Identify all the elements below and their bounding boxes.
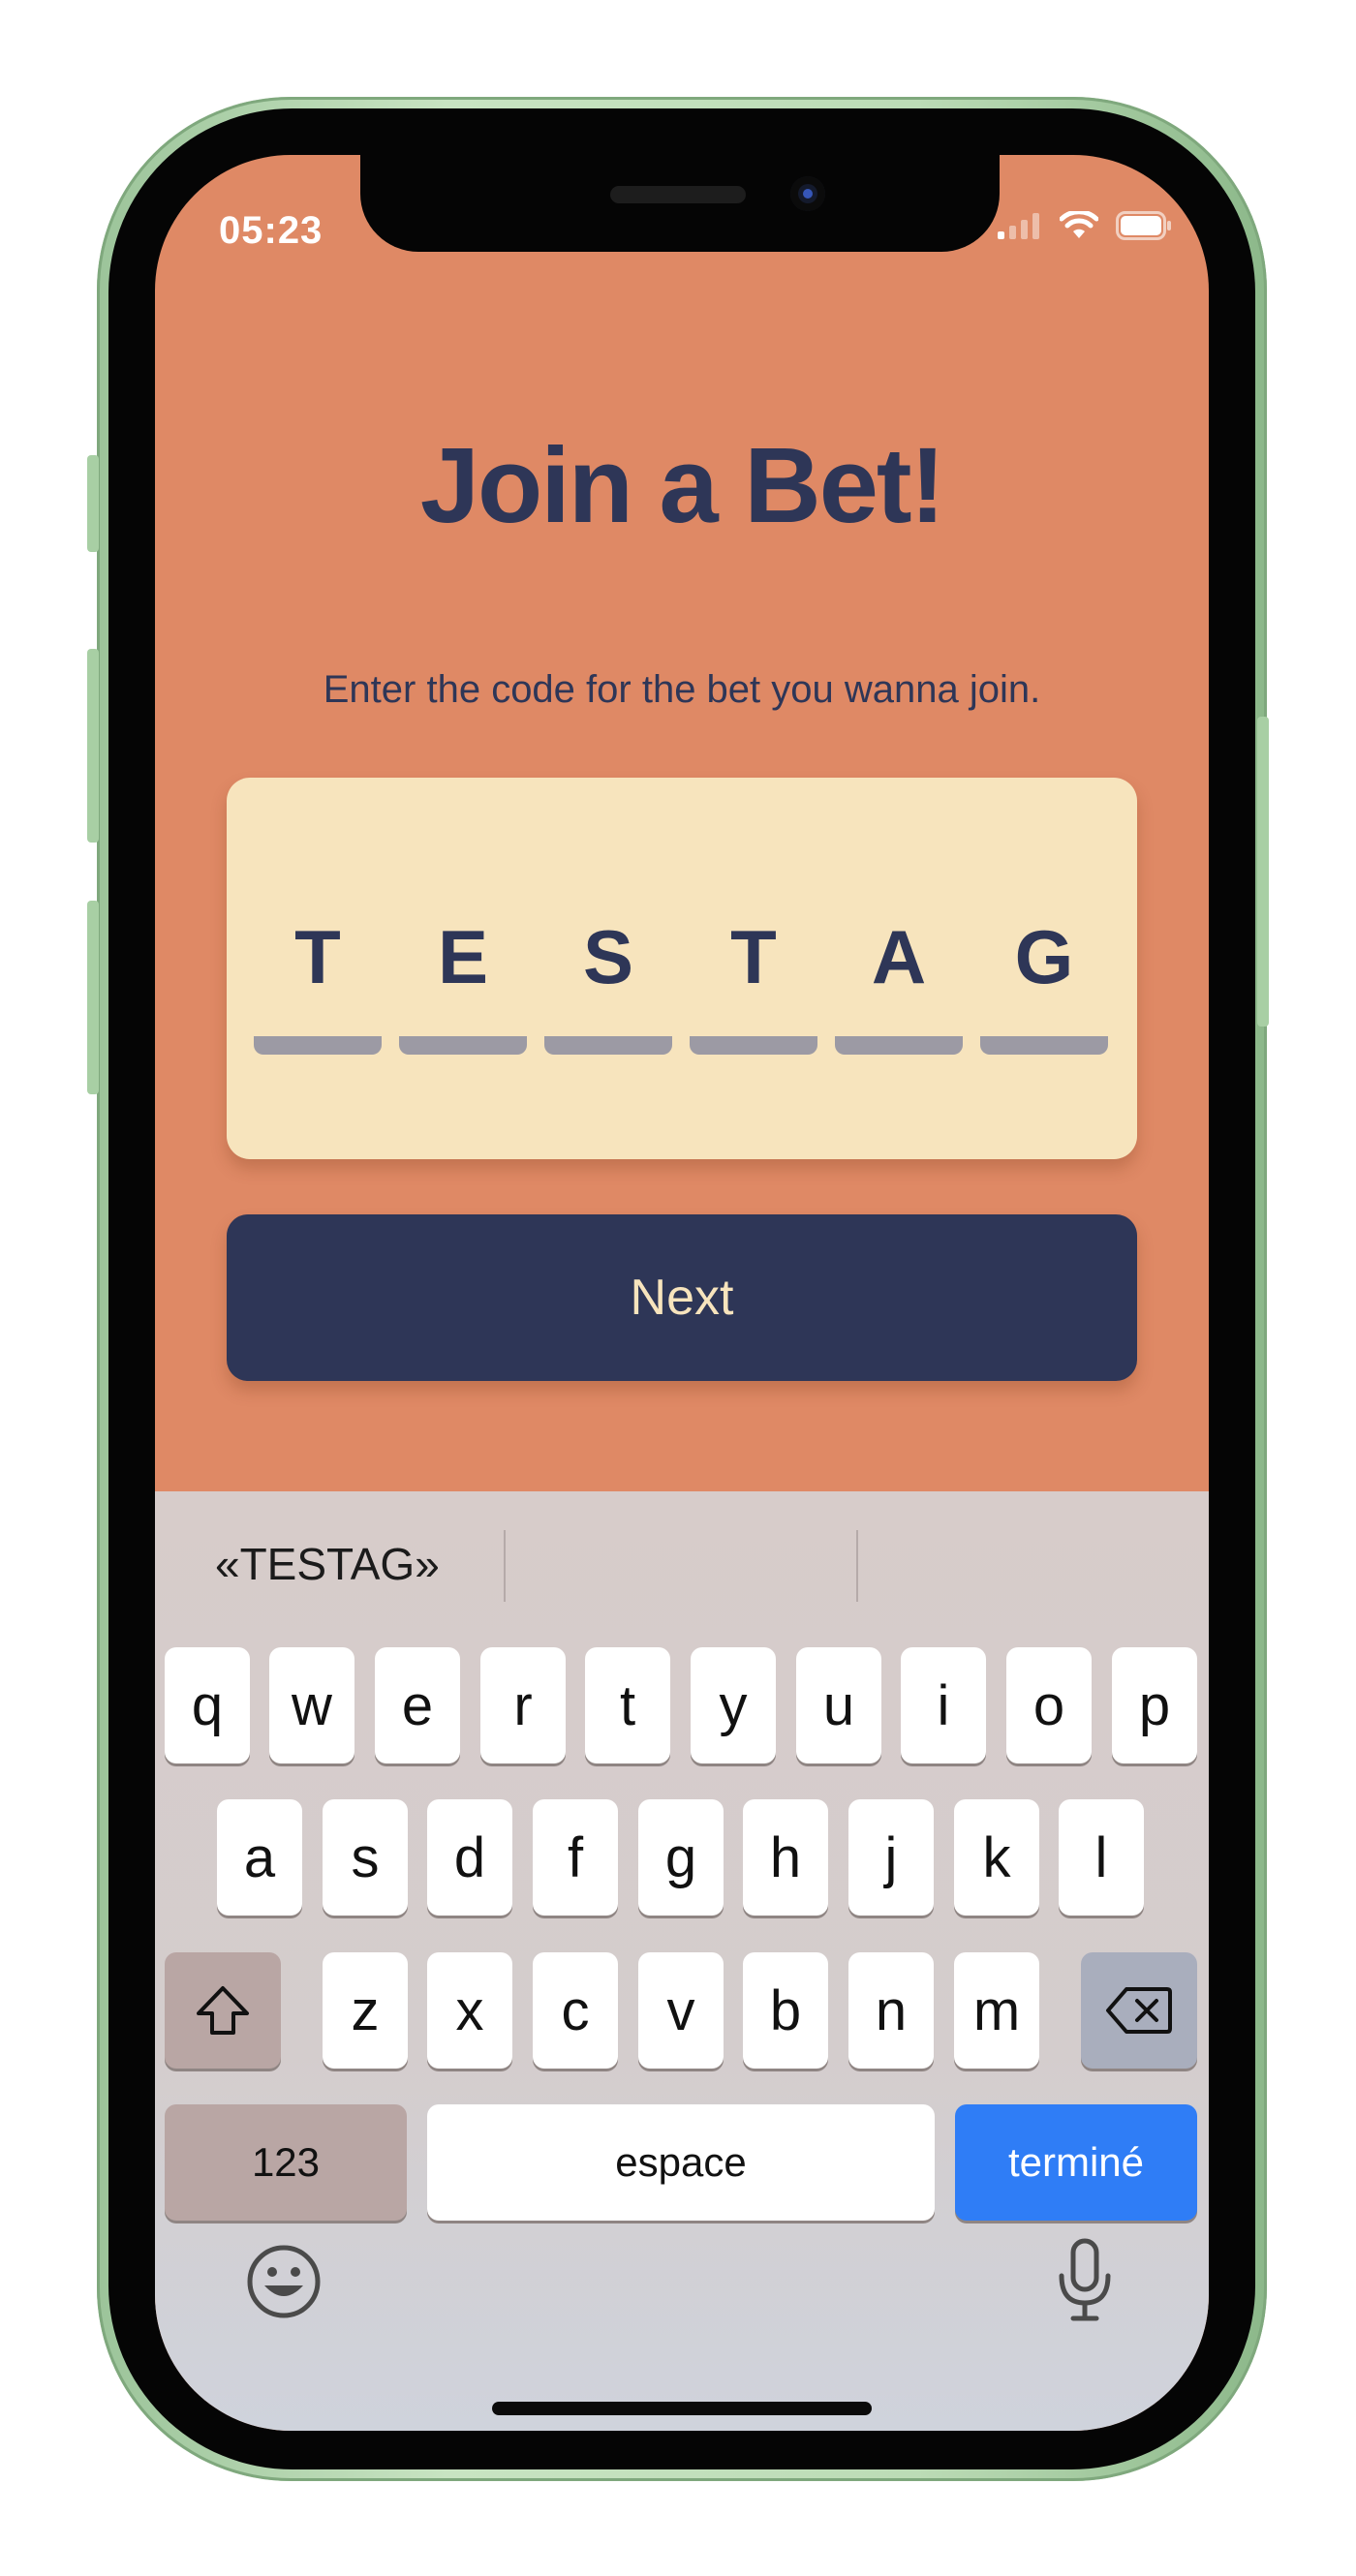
key-c[interactable]: c — [533, 1952, 618, 2069]
code-slot-6[interactable]: G — [980, 904, 1108, 1068]
key-f[interactable]: f — [533, 1799, 618, 1916]
code-slot-5[interactable]: A — [835, 904, 963, 1068]
code-slot-underline — [254, 1036, 382, 1055]
emoji-icon[interactable] — [245, 2243, 323, 2320]
space-key[interactable]: espace — [427, 2104, 935, 2221]
code-slot-underline — [690, 1036, 817, 1055]
suggestion-2[interactable] — [513, 1511, 852, 1617]
key-l[interactable]: l — [1059, 1799, 1144, 1916]
page-subtitle: Enter the code for the bet you wanna joi… — [323, 668, 1041, 711]
key-t[interactable]: t — [585, 1647, 670, 1763]
suggestion-divider — [504, 1530, 506, 1602]
code-letter: T — [294, 914, 341, 999]
status-time: 05:23 — [219, 209, 324, 252]
status-icons — [998, 211, 1172, 240]
code-slot-underline — [835, 1036, 963, 1055]
delete-key[interactable] — [1081, 1952, 1197, 2069]
code-entry-card[interactable]: T E S T A G — [227, 778, 1137, 1159]
code-letter: S — [582, 914, 634, 999]
volume-down-button — [87, 901, 99, 1094]
notch — [360, 155, 1000, 252]
shift-icon — [197, 1986, 249, 2035]
volume-up-button — [87, 649, 99, 843]
key-q[interactable]: q — [165, 1647, 250, 1763]
key-x[interactable]: x — [427, 1952, 512, 2069]
key-v[interactable]: v — [638, 1952, 724, 2069]
key-d[interactable]: d — [427, 1799, 512, 1916]
wifi-icon — [1060, 211, 1098, 238]
next-button[interactable]: Next — [227, 1214, 1137, 1381]
code-letter: E — [437, 914, 489, 999]
keyboard: «TESTAG» q w e r t y u i o p a s d f g h… — [155, 1491, 1209, 2431]
power-button — [1257, 717, 1269, 1027]
home-indicator[interactable] — [492, 2402, 872, 2415]
phone-screen: 05:23 Join a Bet! Enter the code for the… — [155, 155, 1209, 2431]
key-s[interactable]: s — [323, 1799, 408, 1916]
key-y[interactable]: y — [691, 1647, 776, 1763]
front-camera — [790, 176, 825, 211]
key-j[interactable]: j — [848, 1799, 934, 1916]
key-b[interactable]: b — [743, 1952, 828, 2069]
done-key[interactable]: terminé — [955, 2104, 1197, 2221]
earpiece-speaker — [610, 186, 746, 203]
key-h[interactable]: h — [743, 1799, 828, 1916]
delete-icon — [1106, 1987, 1172, 2034]
key-i[interactable]: i — [901, 1647, 986, 1763]
shift-key[interactable] — [165, 1952, 281, 2069]
code-slot-underline — [544, 1036, 672, 1055]
key-w[interactable]: w — [269, 1647, 354, 1763]
suggestion-divider — [856, 1530, 858, 1602]
key-o[interactable]: o — [1006, 1647, 1092, 1763]
code-letter: G — [1014, 914, 1074, 999]
numbers-key[interactable]: 123 — [165, 2104, 407, 2221]
code-slot-1[interactable]: T — [254, 904, 382, 1068]
key-r[interactable]: r — [480, 1647, 566, 1763]
key-g[interactable]: g — [638, 1799, 724, 1916]
key-z[interactable]: z — [323, 1952, 408, 2069]
key-e[interactable]: e — [375, 1647, 460, 1763]
code-slot-underline — [980, 1036, 1108, 1055]
silent-switch — [87, 455, 99, 552]
signal-bars-icon — [998, 213, 1039, 239]
code-slot-3[interactable]: S — [544, 904, 672, 1068]
key-n[interactable]: n — [848, 1952, 934, 2069]
key-m[interactable]: m — [954, 1952, 1039, 2069]
suggestion-3[interactable] — [866, 1511, 1195, 1617]
key-p[interactable]: p — [1112, 1647, 1197, 1763]
microphone-icon[interactable] — [1054, 2237, 1116, 2324]
page-title: Join a Bet! — [419, 426, 945, 545]
suggestion-1[interactable]: «TESTAG» — [215, 1511, 467, 1617]
code-letter: T — [730, 914, 777, 999]
battery-icon — [1116, 211, 1171, 240]
key-u[interactable]: u — [796, 1647, 881, 1763]
key-k[interactable]: k — [954, 1799, 1039, 1916]
code-letter: A — [871, 914, 927, 999]
key-a[interactable]: a — [217, 1799, 302, 1916]
code-slot-underline — [399, 1036, 527, 1055]
code-slot-2[interactable]: E — [399, 904, 527, 1068]
code-slot-4[interactable]: T — [690, 904, 817, 1068]
